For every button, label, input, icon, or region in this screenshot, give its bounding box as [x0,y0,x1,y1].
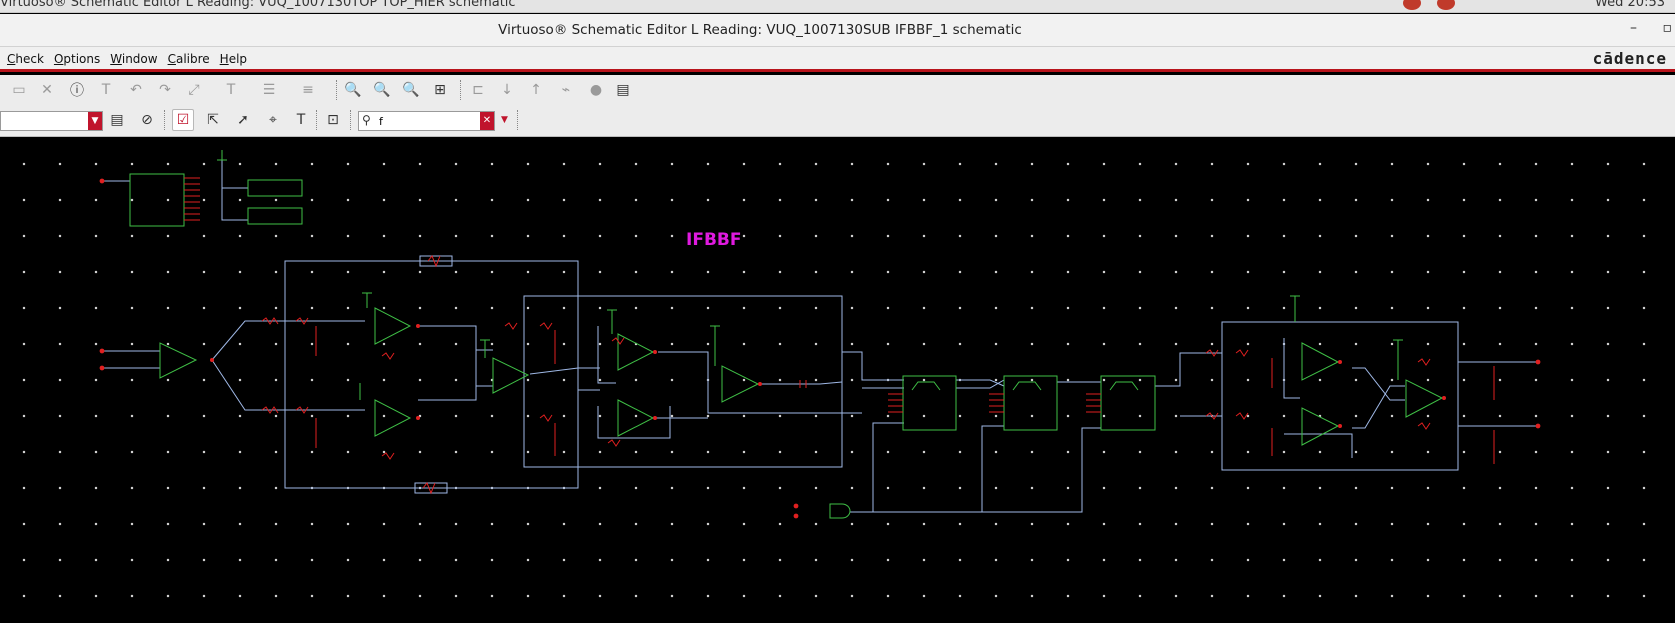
menu-window[interactable]: Window [110,52,157,66]
toolbar-select: ▼ ▤ ⊘ ☑ ⇱ ➚ ⌖ T ⊡ ⚲ ✕ ▼ [0,105,1675,137]
window-title-bar: Virtuoso® Schematic Editor L Reading: VU… [0,14,1675,47]
tray-icon[interactable] [1403,0,1421,10]
search-options-icon[interactable]: ▼ [501,115,508,125]
toolbar-separator [350,110,351,130]
redo-icon[interactable]: ↷ [154,79,176,101]
cell-symbol [129,173,185,227]
navigator-icon[interactable]: ⊡ [322,109,344,131]
amplifier-symbol [159,342,198,379]
filter-response-icon [911,381,941,391]
zoom-fit-icon[interactable]: 🔍 [400,79,422,101]
feedback-components [414,255,453,494]
background-window-title: Virtuoso® Schematic Editor L Reading: VU… [0,0,516,10]
menu-options[interactable]: Options [54,52,100,66]
menu-help[interactable]: Help [220,52,247,66]
text-edit-icon[interactable]: T [95,79,117,101]
minimize-button[interactable]: – [1630,20,1637,36]
toolbar-separator [316,110,317,130]
toolbar-separator [336,80,337,100]
undo-icon[interactable]: ↶ [125,79,147,101]
descend-icon[interactable]: ↓ [496,79,518,101]
probe-icon[interactable]: ● [585,79,607,101]
amplifier-symbol [492,357,530,394]
amplifier-symbol [1301,407,1340,446]
window-icon[interactable]: ▭ [8,79,30,101]
select-pointer-icon[interactable]: ➚ [232,109,254,131]
list-icon[interactable]: ▤ [106,109,128,131]
amplifier-symbol [374,307,412,345]
ascend-icon[interactable]: ↑ [525,79,547,101]
distribute-icon[interactable]: ≡ [297,79,319,101]
align-icon[interactable]: ☰ [258,79,280,101]
toolbar-edit: ▭ ✕ ⓘ T ↶ ↷ ⤢ T ☰ ≡ 🔍 🔍 🔍 ⊞ ⊏ ↓ ↑ ⌁ ● ▤ [0,75,1675,105]
system-top-bar: Virtuoso® Schematic Editor L Reading: VU… [0,0,1675,13]
filter-icon[interactable]: ⊘ [136,109,158,131]
text-select-icon[interactable]: T [290,109,312,131]
filter-block [902,375,957,431]
resistor-symbol [247,207,303,225]
font-icon[interactable]: T [220,79,242,101]
toolbar-separator [460,80,461,100]
menu-bar: Check Options Window Calibre Help cādenc… [0,47,1675,72]
zoom-out-icon[interactable]: 🔍 [371,79,393,101]
zoom-area-icon[interactable]: ⊞ [429,79,451,101]
info-icon[interactable]: ⓘ [66,79,88,101]
check-save-icon[interactable]: ⌁ [555,79,577,101]
schematic-canvas[interactable]: IFBBF [0,138,1675,623]
filter-response-icon [1109,381,1139,391]
resistor-marks [261,317,1495,464]
cell-name-label: IFBBF [686,230,742,250]
report-icon[interactable]: ▤ [612,79,634,101]
amplifier-symbol [1301,342,1340,381]
hierarchy-icon[interactable]: ⊏ [467,79,489,101]
bus-pin-marks [184,177,1101,413]
maximize-button[interactable]: ▫ [1663,20,1673,36]
filter-block [1100,375,1156,431]
clock: Wed 20:53 [1595,0,1665,10]
toolbar-separator [164,110,165,130]
select-area-icon[interactable]: ⌖ [262,109,284,131]
and-gate-symbol [829,503,851,519]
search-icon: ⚲ [362,113,371,127]
menu-check[interactable]: Check [7,52,44,66]
menu-calibre[interactable]: Calibre [168,52,210,66]
select-mode-icon[interactable]: ☑ [172,109,194,131]
tray-icon[interactable] [1437,0,1455,10]
zoom-in-icon[interactable]: 🔍 [342,79,364,101]
filter-response-icon [1012,381,1042,391]
search-box[interactable]: ⚲ ✕ [358,111,495,131]
schematic-drawing [99,150,1541,519]
delete-icon[interactable]: ✕ [36,79,58,101]
feedback-marks [422,255,441,495]
chevron-down-icon[interactable]: ▼ [88,112,102,130]
toolbar-separator [517,110,518,130]
resistor-symbol [247,179,303,197]
amplifier-symbol [1405,379,1444,418]
wires [102,160,1538,513]
symbols [129,150,1444,519]
cadence-logo: cādence [1592,49,1667,68]
stretch-icon[interactable]: ⤢ [183,79,205,101]
workspace-combo[interactable]: ▼ [0,111,103,131]
window-title: Virtuoso® Schematic Editor L Reading: VU… [498,22,1022,38]
filter-block [1003,375,1058,431]
amplifier-symbol [617,399,655,437]
amplifier-symbol [374,399,412,437]
select-partial-icon[interactable]: ⇱ [202,109,224,131]
search-input[interactable] [379,113,484,129]
amplifier-symbol [721,365,760,403]
clear-search-icon[interactable]: ✕ [480,112,494,130]
